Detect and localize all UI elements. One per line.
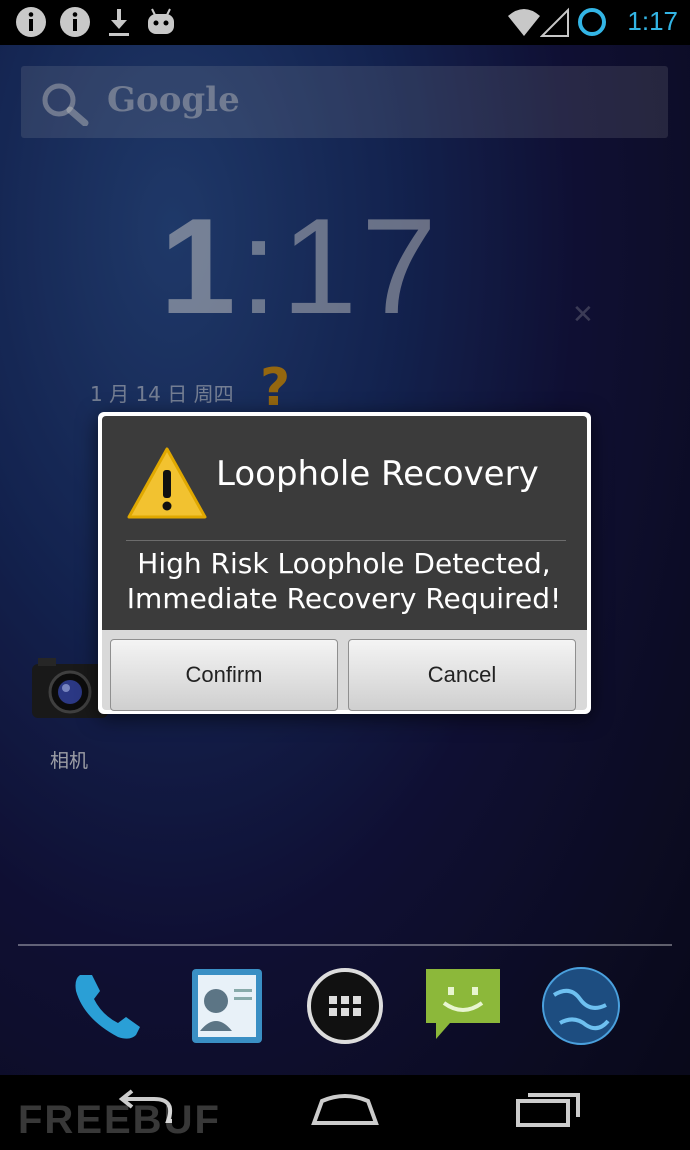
status-time: 1:17: [627, 6, 678, 36]
browser-icon[interactable]: [540, 965, 622, 1047]
dialog-button-bar: Confirm Cancel: [102, 630, 587, 711]
recents-icon[interactable]: [514, 1089, 584, 1129]
wifi-icon: [508, 9, 540, 36]
dialog-message: High Risk Loophole Detected, Immediate R…: [114, 546, 574, 616]
phone-icon[interactable]: [66, 965, 148, 1047]
messaging-icon[interactable]: [422, 965, 504, 1047]
contacts-icon[interactable]: [186, 965, 268, 1047]
confirm-button[interactable]: Confirm: [110, 639, 338, 711]
dialog-message-line1: High Risk Loophole Detected,: [137, 547, 551, 580]
android-icon: [148, 8, 174, 34]
cancel-button[interactable]: Cancel: [348, 639, 576, 711]
home-icon[interactable]: [310, 1089, 380, 1129]
signal-icon: [540, 7, 569, 37]
warning-icon: [127, 447, 207, 519]
dock-divider: [18, 944, 672, 946]
status-bar: 1:17: [0, 0, 690, 45]
watermark-logo: FREEBUF: [18, 1098, 221, 1142]
sync-circle-icon: [578, 8, 606, 36]
alert-dialog: Loophole Recovery High Risk Loophole Det…: [98, 412, 591, 714]
dialog-message-line2: Immediate Recovery Required!: [126, 582, 562, 615]
dialog-title: Loophole Recovery: [216, 454, 539, 494]
info-icon: [60, 7, 90, 37]
app-drawer-icon[interactable]: [304, 965, 386, 1047]
dialog-body: Loophole Recovery High Risk Loophole Det…: [102, 416, 587, 630]
download-icon: [109, 9, 129, 36]
dialog-divider: [126, 540, 566, 541]
info-icon: [16, 7, 46, 37]
